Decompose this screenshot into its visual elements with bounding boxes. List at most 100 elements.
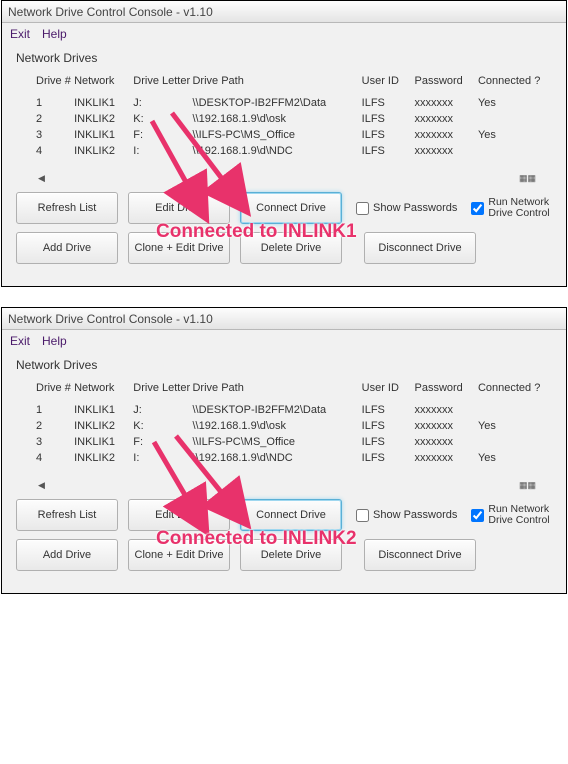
run-ndc-checkbox[interactable] bbox=[471, 202, 484, 215]
scroll-left-icon[interactable]: ◀ bbox=[38, 480, 45, 491]
show-passwords-label: Show Passwords bbox=[373, 202, 457, 214]
cell-uid: ILFS bbox=[358, 143, 411, 159]
table-row[interactable]: 1INKLIK1J:\\DESKTOP-IB2FFM2\DataILFSxxxx… bbox=[32, 402, 548, 418]
table-row[interactable]: 3INKLIK1F:\\ILFS-PC\MS_OfficeILFSxxxxxxx… bbox=[32, 127, 548, 143]
table-row[interactable]: 2INKLIK2K:\\192.168.1.9\d\oskILFSxxxxxxx… bbox=[32, 418, 548, 434]
menu-help[interactable]: Help bbox=[42, 27, 67, 41]
show-passwords-checkbox[interactable] bbox=[356, 509, 369, 522]
show-passwords-group: Show Passwords bbox=[356, 509, 457, 522]
cell-conn bbox=[474, 143, 548, 159]
cell-letter: I: bbox=[129, 143, 188, 159]
cell-uid: ILFS bbox=[358, 450, 411, 466]
table-row[interactable]: 3INKLIK1F:\\ILFS-PC\MS_OfficeILFSxxxxxxx bbox=[32, 434, 548, 450]
cell-pwd: xxxxxxx bbox=[411, 127, 474, 143]
cell-pwd: xxxxxxx bbox=[411, 95, 474, 111]
table-row[interactable]: 2INKLIK2K:\\192.168.1.9\d\oskILFSxxxxxxx bbox=[32, 111, 548, 127]
cell-net: INKLIK2 bbox=[70, 111, 129, 127]
cell-conn: Yes bbox=[474, 450, 548, 466]
clone-edit-drive-button[interactable]: Clone + Edit Drive bbox=[128, 232, 230, 264]
delete-drive-button[interactable]: Delete Drive bbox=[240, 539, 342, 571]
cell-letter: J: bbox=[129, 95, 188, 111]
cell-path: \\DESKTOP-IB2FFM2\Data bbox=[188, 402, 357, 418]
col-connected: Connected ? bbox=[474, 380, 548, 402]
run-ndc-checkbox[interactable] bbox=[471, 509, 484, 522]
cell-conn bbox=[474, 402, 548, 418]
col-network: Network bbox=[70, 73, 129, 95]
cell-letter: K: bbox=[129, 418, 188, 434]
scroll-indicator: ◀ ▦▦ bbox=[2, 163, 566, 186]
disconnect-drive-button[interactable]: Disconnect Drive bbox=[364, 539, 476, 571]
cell-num: 2 bbox=[32, 418, 70, 434]
run-ndc-group: Run Network Drive Control bbox=[471, 197, 549, 219]
cell-letter: I: bbox=[129, 450, 188, 466]
cell-letter: F: bbox=[129, 127, 188, 143]
menu-exit[interactable]: Exit bbox=[10, 27, 30, 41]
cell-path: \\ILFS-PC\MS_Office bbox=[188, 127, 357, 143]
add-drive-button[interactable]: Add Drive bbox=[16, 539, 118, 571]
table-row[interactable]: 1INKLIK1J:\\DESKTOP-IB2FFM2\DataILFSxxxx… bbox=[32, 95, 548, 111]
cell-pwd: xxxxxxx bbox=[411, 418, 474, 434]
cell-conn: Yes bbox=[474, 418, 548, 434]
cell-num: 2 bbox=[32, 111, 70, 127]
cell-num: 4 bbox=[32, 450, 70, 466]
cell-net: INKLIK1 bbox=[70, 95, 129, 111]
cell-path: \\192.168.1.9\d\NDC bbox=[188, 450, 357, 466]
col-password: Password bbox=[411, 380, 474, 402]
connect-drive-button[interactable]: Connect Drive bbox=[240, 192, 342, 224]
run-ndc-group: Run Network Drive Control bbox=[471, 504, 549, 526]
edit-drive-button[interactable]: Edit Drive bbox=[128, 192, 230, 224]
disconnect-drive-button[interactable]: Disconnect Drive bbox=[364, 232, 476, 264]
window-titlebar: Network Drive Control Console - v1.10 bbox=[2, 1, 566, 23]
show-passwords-checkbox[interactable] bbox=[356, 202, 369, 215]
add-drive-button[interactable]: Add Drive bbox=[16, 232, 118, 264]
cell-net: INKLIK1 bbox=[70, 434, 129, 450]
cell-path: \\192.168.1.9\d\osk bbox=[188, 111, 357, 127]
scroll-grip-icon[interactable]: ▦▦ bbox=[519, 173, 536, 184]
cell-net: INKLIK1 bbox=[70, 127, 129, 143]
col-drive-path: Drive Path bbox=[188, 73, 357, 95]
cell-net: INKLIK2 bbox=[70, 450, 129, 466]
table-row[interactable]: 4INKLIK2I:\\192.168.1.9\d\NDCILFSxxxxxxx bbox=[32, 143, 548, 159]
cell-pwd: xxxxxxx bbox=[411, 143, 474, 159]
run-ndc-label-line2: Drive Control bbox=[488, 208, 549, 219]
run-ndc-label-line2: Drive Control bbox=[488, 515, 549, 526]
col-user-id: User ID bbox=[358, 73, 411, 95]
cell-net: INKLIK2 bbox=[70, 143, 129, 159]
col-password: Password bbox=[411, 73, 474, 95]
drives-table: Drive # Network Drive Letter Drive Path … bbox=[32, 380, 548, 466]
col-drive-num: Drive # bbox=[32, 380, 70, 402]
scroll-indicator: ◀ ▦▦ bbox=[2, 470, 566, 493]
cell-conn bbox=[474, 111, 548, 127]
cell-conn: Yes bbox=[474, 95, 548, 111]
menu-exit[interactable]: Exit bbox=[10, 334, 30, 348]
window-title: Network Drive Control Console - v1.10 bbox=[8, 312, 213, 326]
menu-help[interactable]: Help bbox=[42, 334, 67, 348]
refresh-list-button[interactable]: Refresh List bbox=[16, 192, 118, 224]
cell-uid: ILFS bbox=[358, 95, 411, 111]
refresh-list-button[interactable]: Refresh List bbox=[16, 499, 118, 531]
cell-pwd: xxxxxxx bbox=[411, 111, 474, 127]
table-row[interactable]: 4INKLIK2I:\\192.168.1.9\d\NDCILFSxxxxxxx… bbox=[32, 450, 548, 466]
edit-drive-button[interactable]: Edit Drive bbox=[128, 499, 230, 531]
cell-conn: Yes bbox=[474, 127, 548, 143]
col-user-id: User ID bbox=[358, 380, 411, 402]
col-drive-path: Drive Path bbox=[188, 380, 357, 402]
cell-pwd: xxxxxxx bbox=[411, 450, 474, 466]
menubar: Exit Help bbox=[2, 330, 566, 352]
section-label: Network Drives bbox=[2, 352, 566, 372]
scroll-left-icon[interactable]: ◀ bbox=[38, 173, 45, 184]
menubar: Exit Help bbox=[2, 23, 566, 45]
cell-net: INKLIK1 bbox=[70, 402, 129, 418]
cell-path: \\DESKTOP-IB2FFM2\Data bbox=[188, 95, 357, 111]
cell-path: \\192.168.1.9\d\NDC bbox=[188, 143, 357, 159]
cell-num: 1 bbox=[32, 402, 70, 418]
scroll-grip-icon[interactable]: ▦▦ bbox=[519, 480, 536, 491]
delete-drive-button[interactable]: Delete Drive bbox=[240, 232, 342, 264]
connect-drive-button[interactable]: Connect Drive bbox=[240, 499, 342, 531]
cell-uid: ILFS bbox=[358, 434, 411, 450]
clone-edit-drive-button[interactable]: Clone + Edit Drive bbox=[128, 539, 230, 571]
section-label: Network Drives bbox=[2, 45, 566, 65]
show-passwords-group: Show Passwords bbox=[356, 202, 457, 215]
cell-net: INKLIK2 bbox=[70, 418, 129, 434]
cell-pwd: xxxxxxx bbox=[411, 402, 474, 418]
